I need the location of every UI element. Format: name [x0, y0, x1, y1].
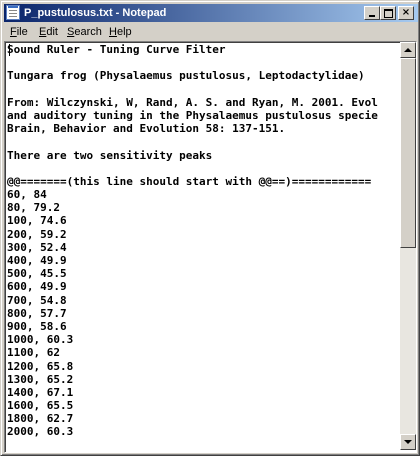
document-line: 400, 49.9 — [7, 254, 67, 267]
menu-help[interactable]: Help — [109, 25, 132, 39]
document-line: 1600, 65.5 — [7, 399, 74, 413]
document-line: 600, 49.9 — [7, 280, 67, 294]
close-icon: × — [401, 7, 411, 18]
document-line: 80, 79.2 — [7, 201, 60, 215]
maximize-button[interactable] — [380, 6, 396, 20]
title-bar[interactable]: P_pustulosus.txt - Notepad × — [4, 4, 418, 22]
document-line: 1100, 62 — [7, 346, 60, 360]
document-line: 2000, 60.3 — [7, 425, 74, 439]
menu-edit-label: dit — [46, 26, 58, 38]
menu-file-label: ile — [16, 26, 28, 38]
document-text[interactable]: Sound Ruler - Tuning Curve Filter Tungara… — [7, 42, 401, 451]
document-line: 60, 84 — [7, 188, 47, 202]
scrollbar-thumb[interactable] — [400, 58, 416, 248]
document-line: 1300, 65.2 — [7, 372, 74, 386]
minimize-icon — [369, 15, 375, 17]
menu-edit[interactable]: Edit — [39, 25, 58, 39]
close-button[interactable]: × — [398, 6, 414, 20]
document-line: 100, 74.6 — [7, 214, 67, 228]
document-line: 900, 58.6 — [7, 319, 67, 333]
document-line: 200, 59.2 — [7, 227, 67, 241]
window-title: P_pustulosus.txt - Notepad — [24, 7, 167, 19]
document-line: 300, 52.4 — [7, 240, 67, 254]
notepad-window: P_pustulosus.txt - Notepad × File Edit S… — [0, 0, 420, 456]
document-line: 1800, 62.7 — [7, 412, 74, 426]
arrow-down-icon — [404, 440, 412, 444]
notepad-app-icon[interactable] — [6, 5, 20, 20]
text-caret — [9, 44, 10, 56]
menu-file-mnemonic: F — [10, 26, 17, 38]
document-line: 800, 57.7 — [7, 306, 67, 320]
scroll-down-button[interactable] — [400, 434, 416, 450]
arrow-up-icon — [404, 48, 412, 52]
document-line: Tungara frog (Physalaemus pustulosus, Le… — [7, 69, 365, 83]
menu-help-mnemonic: H — [109, 26, 117, 38]
menu-bar: File Edit Search Help — [4, 23, 418, 41]
document-line: 1000, 60.3 — [7, 333, 74, 347]
menu-search[interactable]: Search — [67, 25, 102, 39]
document-line: and auditory tuning in the Physalaemus p… — [7, 108, 378, 122]
menu-search-label: earch — [74, 26, 102, 38]
document-line: 1200, 65.8 — [7, 359, 74, 373]
scroll-up-button[interactable] — [400, 42, 416, 58]
maximize-icon — [384, 9, 393, 18]
document-line: There are two sensitivity peaks — [7, 148, 213, 162]
text-editor[interactable]: Sound Ruler - Tuning Curve Filter Tungara… — [4, 41, 417, 453]
document-line: @@=======(this line should start with @@… — [7, 174, 372, 188]
document-line: From: Wilczynski, W, Rand, A. S. and Rya… — [7, 95, 378, 109]
document-line: Brain, Behavior and Evolution 58: 137-15… — [7, 122, 286, 136]
menu-file[interactable]: File — [10, 25, 28, 39]
document-line: 500, 45.5 — [7, 267, 67, 281]
menu-help-label: elp — [116, 26, 132, 38]
vertical-scrollbar[interactable] — [400, 42, 416, 450]
minimize-button[interactable] — [364, 6, 380, 20]
document-line: 700, 54.8 — [7, 293, 67, 307]
document-line: 1400, 67.1 — [7, 385, 74, 399]
document-line: Sound Ruler - Tuning Curve Filter — [7, 43, 226, 56]
